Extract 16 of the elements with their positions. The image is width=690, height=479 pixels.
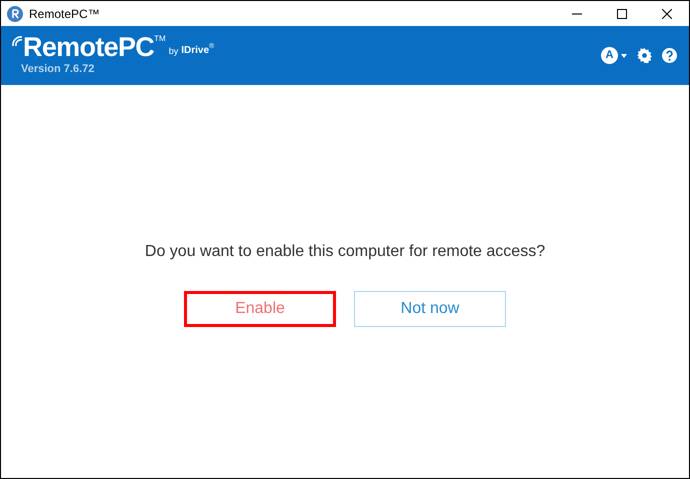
settings-icon[interactable] — [637, 48, 652, 63]
logo-text: RemotePC — [23, 33, 154, 62]
by-text: by — [168, 44, 178, 58]
trademark: TM — [154, 33, 166, 46]
signal-icon — [11, 35, 23, 48]
caret-icon — [621, 54, 627, 58]
maximize-icon[interactable] — [616, 8, 626, 18]
window-title: RemotePC™ — [29, 6, 100, 22]
help-icon[interactable] — [662, 48, 677, 63]
app-icon — [7, 6, 23, 22]
dismiss-button[interactable]: Not now — [354, 291, 506, 327]
close-icon[interactable] — [662, 8, 672, 18]
enable-button[interactable]: Enable — [184, 291, 336, 327]
version-text: Version 7.6.72 — [21, 62, 96, 78]
prompt-text: Do you want to enable this computer for remote access? — [144, 242, 546, 262]
brand-text: IDrive — [181, 45, 210, 58]
